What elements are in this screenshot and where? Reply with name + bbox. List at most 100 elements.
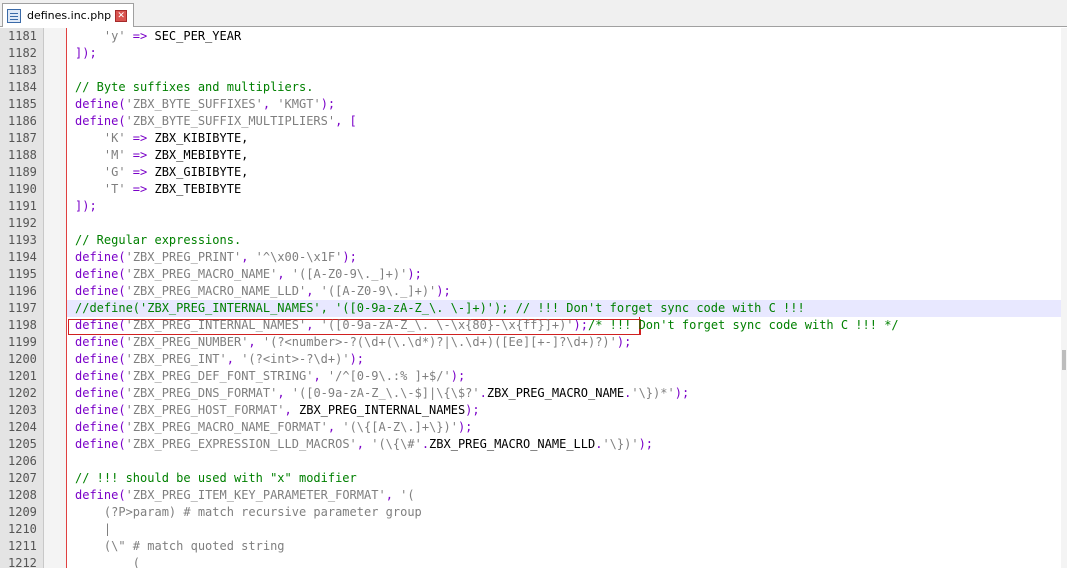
code-line[interactable]: 1212 ( xyxy=(0,555,1067,568)
code-line[interactable]: 1197 //define('ZBX_PREG_INTERNAL_NAMES', … xyxy=(0,300,1067,317)
code-line[interactable]: 1205 define('ZBX_PREG_EXPRESSION_LLD_MACR… xyxy=(0,436,1067,453)
code-token: 'M' xyxy=(75,148,133,162)
code-token: , xyxy=(262,97,278,111)
code-token: 'ZBX_BYTE_SUFFIX_MULTIPLIERS' xyxy=(125,114,336,128)
code-token: , xyxy=(284,403,299,417)
line-text: define('ZBX_PREG_NUMBER', '(?<number>-?(… xyxy=(75,334,631,351)
code-line[interactable]: 1193 // Regular expressions. xyxy=(0,232,1067,249)
code-token: define xyxy=(75,335,119,349)
code-line[interactable]: 1195 define('ZBX_PREG_MACRO_NAME', '([A-Z… xyxy=(0,266,1067,283)
code-token: define xyxy=(75,284,119,298)
code-line[interactable]: 1182]); xyxy=(0,45,1067,62)
line-number: 1206 xyxy=(8,454,37,468)
code-line[interactable]: 1207 // !!! should be used with "x" modif… xyxy=(0,470,1067,487)
code-token: 'ZBX_PREG_NUMBER' xyxy=(125,335,249,349)
line-text: define('ZBX_PREG_ITEM_KEY_PARAMETER_FORM… xyxy=(75,487,415,504)
code-token: define xyxy=(75,250,119,264)
line-text: | xyxy=(75,521,111,538)
code-line[interactable]: 1200 define('ZBX_PREG_INT', '(?<int>-?\d+… xyxy=(0,351,1067,368)
line-number: 1187 xyxy=(8,131,37,145)
code-token: , xyxy=(356,437,372,451)
close-tab-icon[interactable]: ✕ xyxy=(115,9,128,22)
code-token: | xyxy=(75,522,112,536)
code-line[interactable]: 1199 define('ZBX_PREG_NUMBER', '(?<number… xyxy=(0,334,1067,351)
code-line[interactable]: 1191]); xyxy=(0,198,1067,215)
code-line[interactable]: 1196 define('ZBX_PREG_MACRO_NAME_LLD', '(… xyxy=(0,283,1067,300)
code-token: ( xyxy=(75,556,141,568)
php-file-icon xyxy=(7,8,21,23)
code-line[interactable]: 1209 (?P>param) # match recursive parame… xyxy=(0,504,1067,521)
line-text: define('ZBX_PREG_INT', '(?<int>-?\d+)'); xyxy=(75,351,364,368)
code-line[interactable]: 1184 // Byte suffixes and multipliers. xyxy=(0,79,1067,96)
code-token: => xyxy=(132,165,148,179)
code-line[interactable]: 1211 (\" # match quoted string xyxy=(0,538,1067,555)
code-line[interactable]: 1194 define('ZBX_PREG_PRINT', '^\x00-\x1F… xyxy=(0,249,1067,266)
code-token: , xyxy=(306,318,321,332)
code-token: define xyxy=(75,114,119,128)
code-token: '(\{[A-Z\.]+\})' xyxy=(342,420,458,434)
vertical-scrollbar[interactable] xyxy=(1061,28,1067,568)
line-number: 1204 xyxy=(8,420,37,434)
code-token: 'ZBX_PREG_DEF_FONT_STRING' xyxy=(125,369,314,383)
code-line[interactable]: 1185 define('ZBX_BYTE_SUFFIXES', 'KMGT'); xyxy=(0,96,1067,113)
code-token: '/^[0-9\.:% ]+$/' xyxy=(327,369,451,383)
code-line[interactable]: 1210 | xyxy=(0,521,1067,538)
code-token: define xyxy=(75,488,119,502)
code-token: '(\{\#' xyxy=(371,437,422,451)
code-line[interactable]: 1189 'G' => ZBX_GIBIBYTE, xyxy=(0,164,1067,181)
code-token: ( xyxy=(118,437,126,451)
line-text: // Byte suffixes and multipliers. xyxy=(75,79,313,96)
code-line[interactable]: 1188 'M' => ZBX_MEBIBYTE, xyxy=(0,147,1067,164)
line-text: 'K' => ZBX_KIBIBYTE, xyxy=(75,130,249,147)
code-line[interactable]: 1204 define('ZBX_PREG_MACRO_NAME_FORMAT',… xyxy=(0,419,1067,436)
code-token: //define('ZBX_PREG_INTERNAL_NAMES', '([0… xyxy=(75,301,805,315)
line-text: (?P>param) # match recursive parameter g… xyxy=(75,504,422,521)
line-number: 1197 xyxy=(8,301,37,315)
code-token: ]); xyxy=(75,199,97,213)
line-number: 1181 xyxy=(8,29,37,43)
tab-defines-inc-php[interactable]: defines.inc.php ✕ xyxy=(2,3,134,27)
code-token: 'y' xyxy=(75,29,133,43)
code-token: ZBX_GIBIBYTE, xyxy=(147,165,249,179)
code-token: 'ZBX_PREG_ITEM_KEY_PARAMETER_FORMAT' xyxy=(125,488,386,502)
code-token: , xyxy=(226,352,242,366)
code-token: define xyxy=(75,267,119,281)
code-token: ( xyxy=(118,403,126,417)
code-token: 'ZBX_PREG_INTERNAL_NAMES' xyxy=(125,318,307,332)
code-editor[interactable]: 1181 'y' => SEC_PER_YEAR 1182]); 1183 1184 /… xyxy=(0,28,1067,568)
line-number: 1185 xyxy=(8,97,37,111)
code-token: ); xyxy=(450,369,466,383)
code-line[interactable]: 1201 define('ZBX_PREG_DEF_FONT_STRING', '… xyxy=(0,368,1067,385)
code-token: ); xyxy=(638,437,654,451)
code-line[interactable]: 1187 'K' => ZBX_KIBIBYTE, xyxy=(0,130,1067,147)
line-text: define('ZBX_PREG_HOST_FORMAT', ZBX_PREG_… xyxy=(75,402,480,419)
code-line[interactable]: 1186 define('ZBX_BYTE_SUFFIX_MULTIPLIERS'… xyxy=(0,113,1067,130)
code-line[interactable]: 1198 define('ZBX_PREG_INTERNAL_NAMES', '(… xyxy=(0,317,1067,334)
code-line[interactable]: 1206 xyxy=(0,453,1067,470)
code-token: , xyxy=(306,284,321,298)
line-text: define('ZBX_BYTE_SUFFIX_MULTIPLIERS', [ xyxy=(75,113,357,130)
line-text: 'T' => ZBX_TEBIBYTE xyxy=(75,181,241,198)
line-number: 1209 xyxy=(8,505,37,519)
code-line[interactable]: 1192 xyxy=(0,215,1067,232)
code-line[interactable]: 1183 xyxy=(0,62,1067,79)
line-number: 1188 xyxy=(8,148,37,162)
code-line[interactable]: 1202 define('ZBX_PREG_DNS_FORMAT', '([0-9… xyxy=(0,385,1067,402)
code-token: '(?<number>-?(\d+(\.\d*)?|\.\d+)([Ee][+-… xyxy=(262,335,617,349)
code-token: 'ZBX_BYTE_SUFFIXES' xyxy=(125,97,263,111)
code-token: , xyxy=(248,335,263,349)
code-token: define xyxy=(75,420,119,434)
code-token: , xyxy=(277,267,292,281)
code-token: 'ZBX_PREG_MACRO_NAME_LLD' xyxy=(125,284,307,298)
tab-title: defines.inc.php xyxy=(27,9,112,22)
code-token: ZBX_MEBIBYTE, xyxy=(147,148,249,162)
code-line[interactable]: 1203 define('ZBX_PREG_HOST_FORMAT', ZBX_P… xyxy=(0,402,1067,419)
line-text: define('ZBX_PREG_INTERNAL_NAMES', '([0-9… xyxy=(75,317,899,334)
code-line[interactable]: 1190 'T' => ZBX_TEBIBYTE xyxy=(0,181,1067,198)
code-line[interactable]: 1208 define('ZBX_PREG_ITEM_KEY_PARAMETER_… xyxy=(0,487,1067,504)
code-line[interactable]: 1181 'y' => SEC_PER_YEAR xyxy=(0,28,1067,45)
code-token: , xyxy=(277,386,292,400)
scrollbar-thumb[interactable] xyxy=(1062,350,1066,370)
line-number: 1184 xyxy=(8,80,37,94)
line-number: 1189 xyxy=(8,165,37,179)
